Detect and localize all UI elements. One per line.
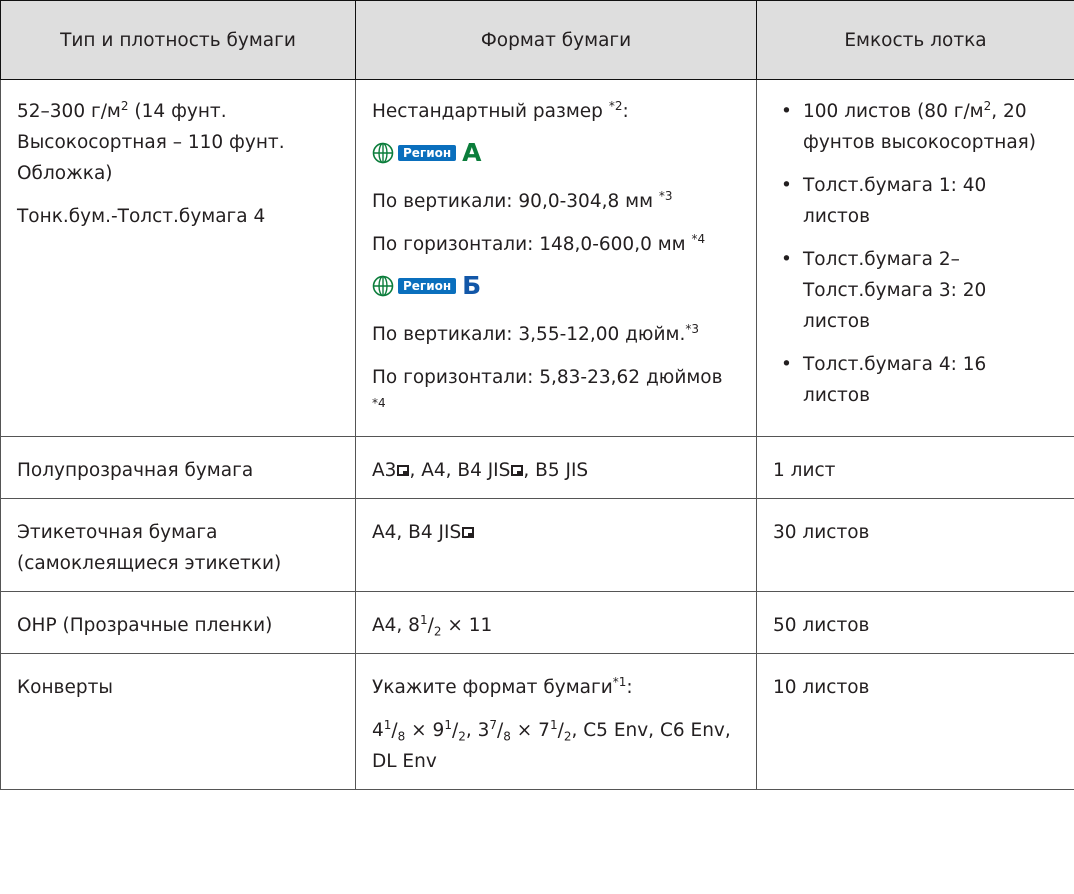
cell-tray-capacity: 30 листов xyxy=(756,498,1074,592)
table-row: 52–300 г/м2 (14 фунт. Высокосортная – 11… xyxy=(0,79,1074,437)
region-b-badge: Регион Б xyxy=(372,272,481,300)
landscape-orientation-icon xyxy=(397,465,410,476)
header-paper-type: Тип и плотность бумаги xyxy=(0,0,356,80)
list-item: Толст.бумага 4: 16 листов xyxy=(773,349,1058,411)
cell-tray-capacity: 100 листов (80 г/м2, 20 фунтов высокосор… xyxy=(756,79,1074,437)
envelope-size-intro: Укажите формат бумаги*1: xyxy=(372,674,633,698)
capacity-list: 100 листов (80 г/м2, 20 фунтов высокосор… xyxy=(773,96,1058,411)
header-tray-capacity: Емкость лотка xyxy=(756,0,1074,80)
cell-paper-type: Конверты xyxy=(0,653,356,790)
region-a-horizontal: По горизонтали: 148,0-600,0 мм *4 xyxy=(372,231,706,255)
cell-paper-size: Нестандартный размер *2: Регион A По верт… xyxy=(355,79,757,437)
table-row: Конверты Укажите формат бумаги*1: 41/8 ×… xyxy=(0,653,1074,790)
cell-tray-capacity: 10 листов xyxy=(756,653,1074,790)
cell-tray-capacity: 50 листов xyxy=(756,591,1074,654)
landscape-orientation-icon xyxy=(462,527,475,538)
cell-paper-type: Этикеточная бумага (самоклеящиеся этикет… xyxy=(0,498,356,592)
region-a-vertical: По вертикали: 90,0-304,8 мм *3 xyxy=(372,188,673,212)
table-row: OHP (Прозрачные пленки) A4, 81/2 × 11 50… xyxy=(0,591,1074,654)
table-row: Этикеточная бумага (самоклеящиеся этикет… xyxy=(0,498,1074,592)
custom-size-intro: Нестандартный размер *2: xyxy=(372,98,629,122)
cell-paper-size: A3, A4, B4 JIS, B5 JIS xyxy=(355,436,757,499)
list-item: Толст.бумага 2–Толст.бумага 3: 20 листов xyxy=(773,244,1058,337)
cell-paper-size: A4, B4 JIS xyxy=(355,498,757,592)
thickness-range: Тонк.бум.-Толст.бумага 4 xyxy=(17,206,266,227)
list-item: Толст.бумага 1: 40 листов xyxy=(773,170,1058,232)
weight-range: 52–300 г/м2 (14 фунт. Высокосортная – 11… xyxy=(17,98,285,184)
cell-paper-type: 52–300 г/м2 (14 фунт. Высокосортная – 11… xyxy=(0,79,356,437)
cell-paper-type: Полупрозрачная бумага xyxy=(0,436,356,499)
table-row: Полупрозрачная бумага A3, A4, B4 JIS, B5… xyxy=(0,436,1074,499)
header-row: Тип и плотность бумаги Формат бумаги Емк… xyxy=(0,0,1074,80)
list-item: 100 листов (80 г/м2, 20 фунтов высокосор… xyxy=(773,96,1058,158)
cell-paper-type: OHP (Прозрачные пленки) xyxy=(0,591,356,654)
cell-paper-size: A4, 81/2 × 11 xyxy=(355,591,757,654)
landscape-orientation-icon xyxy=(511,465,524,476)
cell-paper-size: Укажите формат бумаги*1: 41/8 × 91/2, 37… xyxy=(355,653,757,790)
globe-icon xyxy=(372,142,394,164)
header-paper-size: Формат бумаги xyxy=(355,0,757,80)
envelope-sizes: 41/8 × 91/2, 37/8 × 71/2, C5 Env, C6 Env… xyxy=(372,717,731,772)
region-a-badge: Регион A xyxy=(372,139,482,167)
cell-tray-capacity: 1 лист xyxy=(756,436,1074,499)
globe-icon xyxy=(372,275,394,297)
region-b-vertical: По вертикали: 3,55-12,00 дюйм.*3 xyxy=(372,321,699,345)
region-b-horizontal: По горизонтали: 5,83-23,62 дюймов *4 xyxy=(372,367,723,410)
paper-spec-table: Тип и плотность бумаги Формат бумаги Емк… xyxy=(0,0,1074,790)
